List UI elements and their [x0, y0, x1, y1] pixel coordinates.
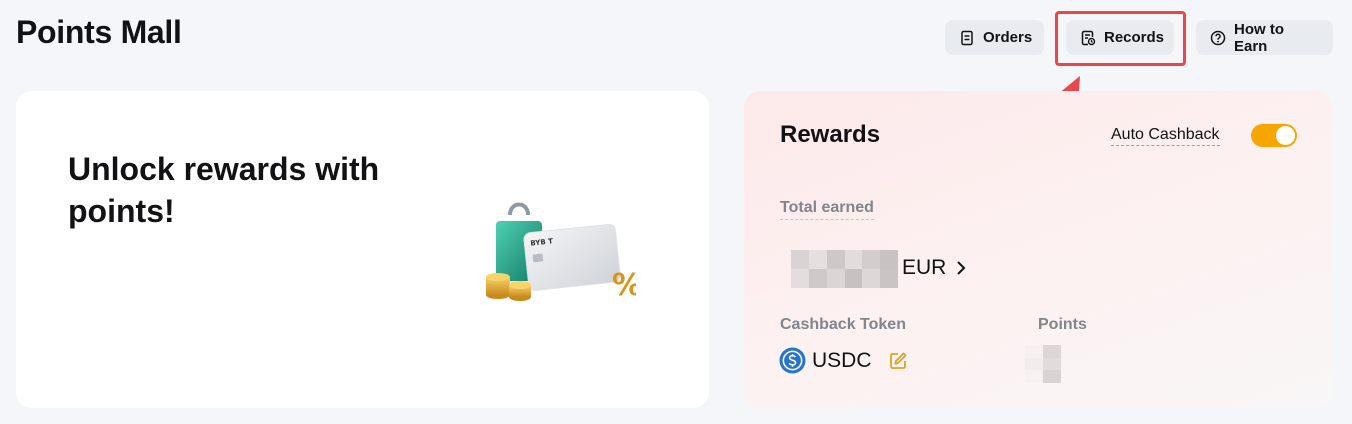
rewards-card: Rewards Auto Cashback Total earned EUR C… — [744, 91, 1332, 408]
rewards-title: Rewards — [780, 121, 881, 148]
auto-cashback-label[interactable]: Auto Cashback — [1111, 126, 1220, 146]
points-value-redacted — [1025, 345, 1061, 383]
orders-button[interactable]: Orders — [945, 20, 1044, 55]
promo-card[interactable]: Unlock rewards with points! BYB T — [16, 91, 709, 408]
shopping-card-illustration: BYB T % — [486, 202, 636, 303]
total-earned-label[interactable]: Total earned — [780, 199, 874, 220]
toggle-knob — [1276, 126, 1295, 145]
auto-cashback-toggle[interactable] — [1251, 124, 1297, 147]
cashback-token-row: USDC — [779, 347, 908, 374]
points-label: Points — [1038, 316, 1087, 333]
chevron-right-icon — [957, 261, 966, 275]
how-to-earn-label: How to Earn — [1234, 20, 1284, 55]
question-circle-icon — [1210, 30, 1226, 45]
document-list-icon — [961, 30, 973, 45]
currency-label: EUR — [902, 256, 947, 279]
svg-text:%: % — [612, 268, 636, 303]
total-earned-currency-link[interactable]: EUR — [902, 256, 966, 280]
orders-label: Orders — [983, 29, 1033, 46]
promo-heading: Unlock rewards with points! — [68, 151, 380, 229]
page-title: Points Mall — [16, 14, 182, 50]
total-earned-amount-redacted — [791, 250, 898, 288]
usdc-icon — [779, 347, 806, 374]
how-to-earn-button[interactable]: How to Earn — [1196, 20, 1333, 55]
cashback-token-label: Cashback Token — [780, 316, 906, 333]
records-highlight-box — [1055, 11, 1186, 66]
cashback-token-value: USDC — [812, 348, 872, 372]
edit-icon[interactable] — [888, 351, 908, 371]
